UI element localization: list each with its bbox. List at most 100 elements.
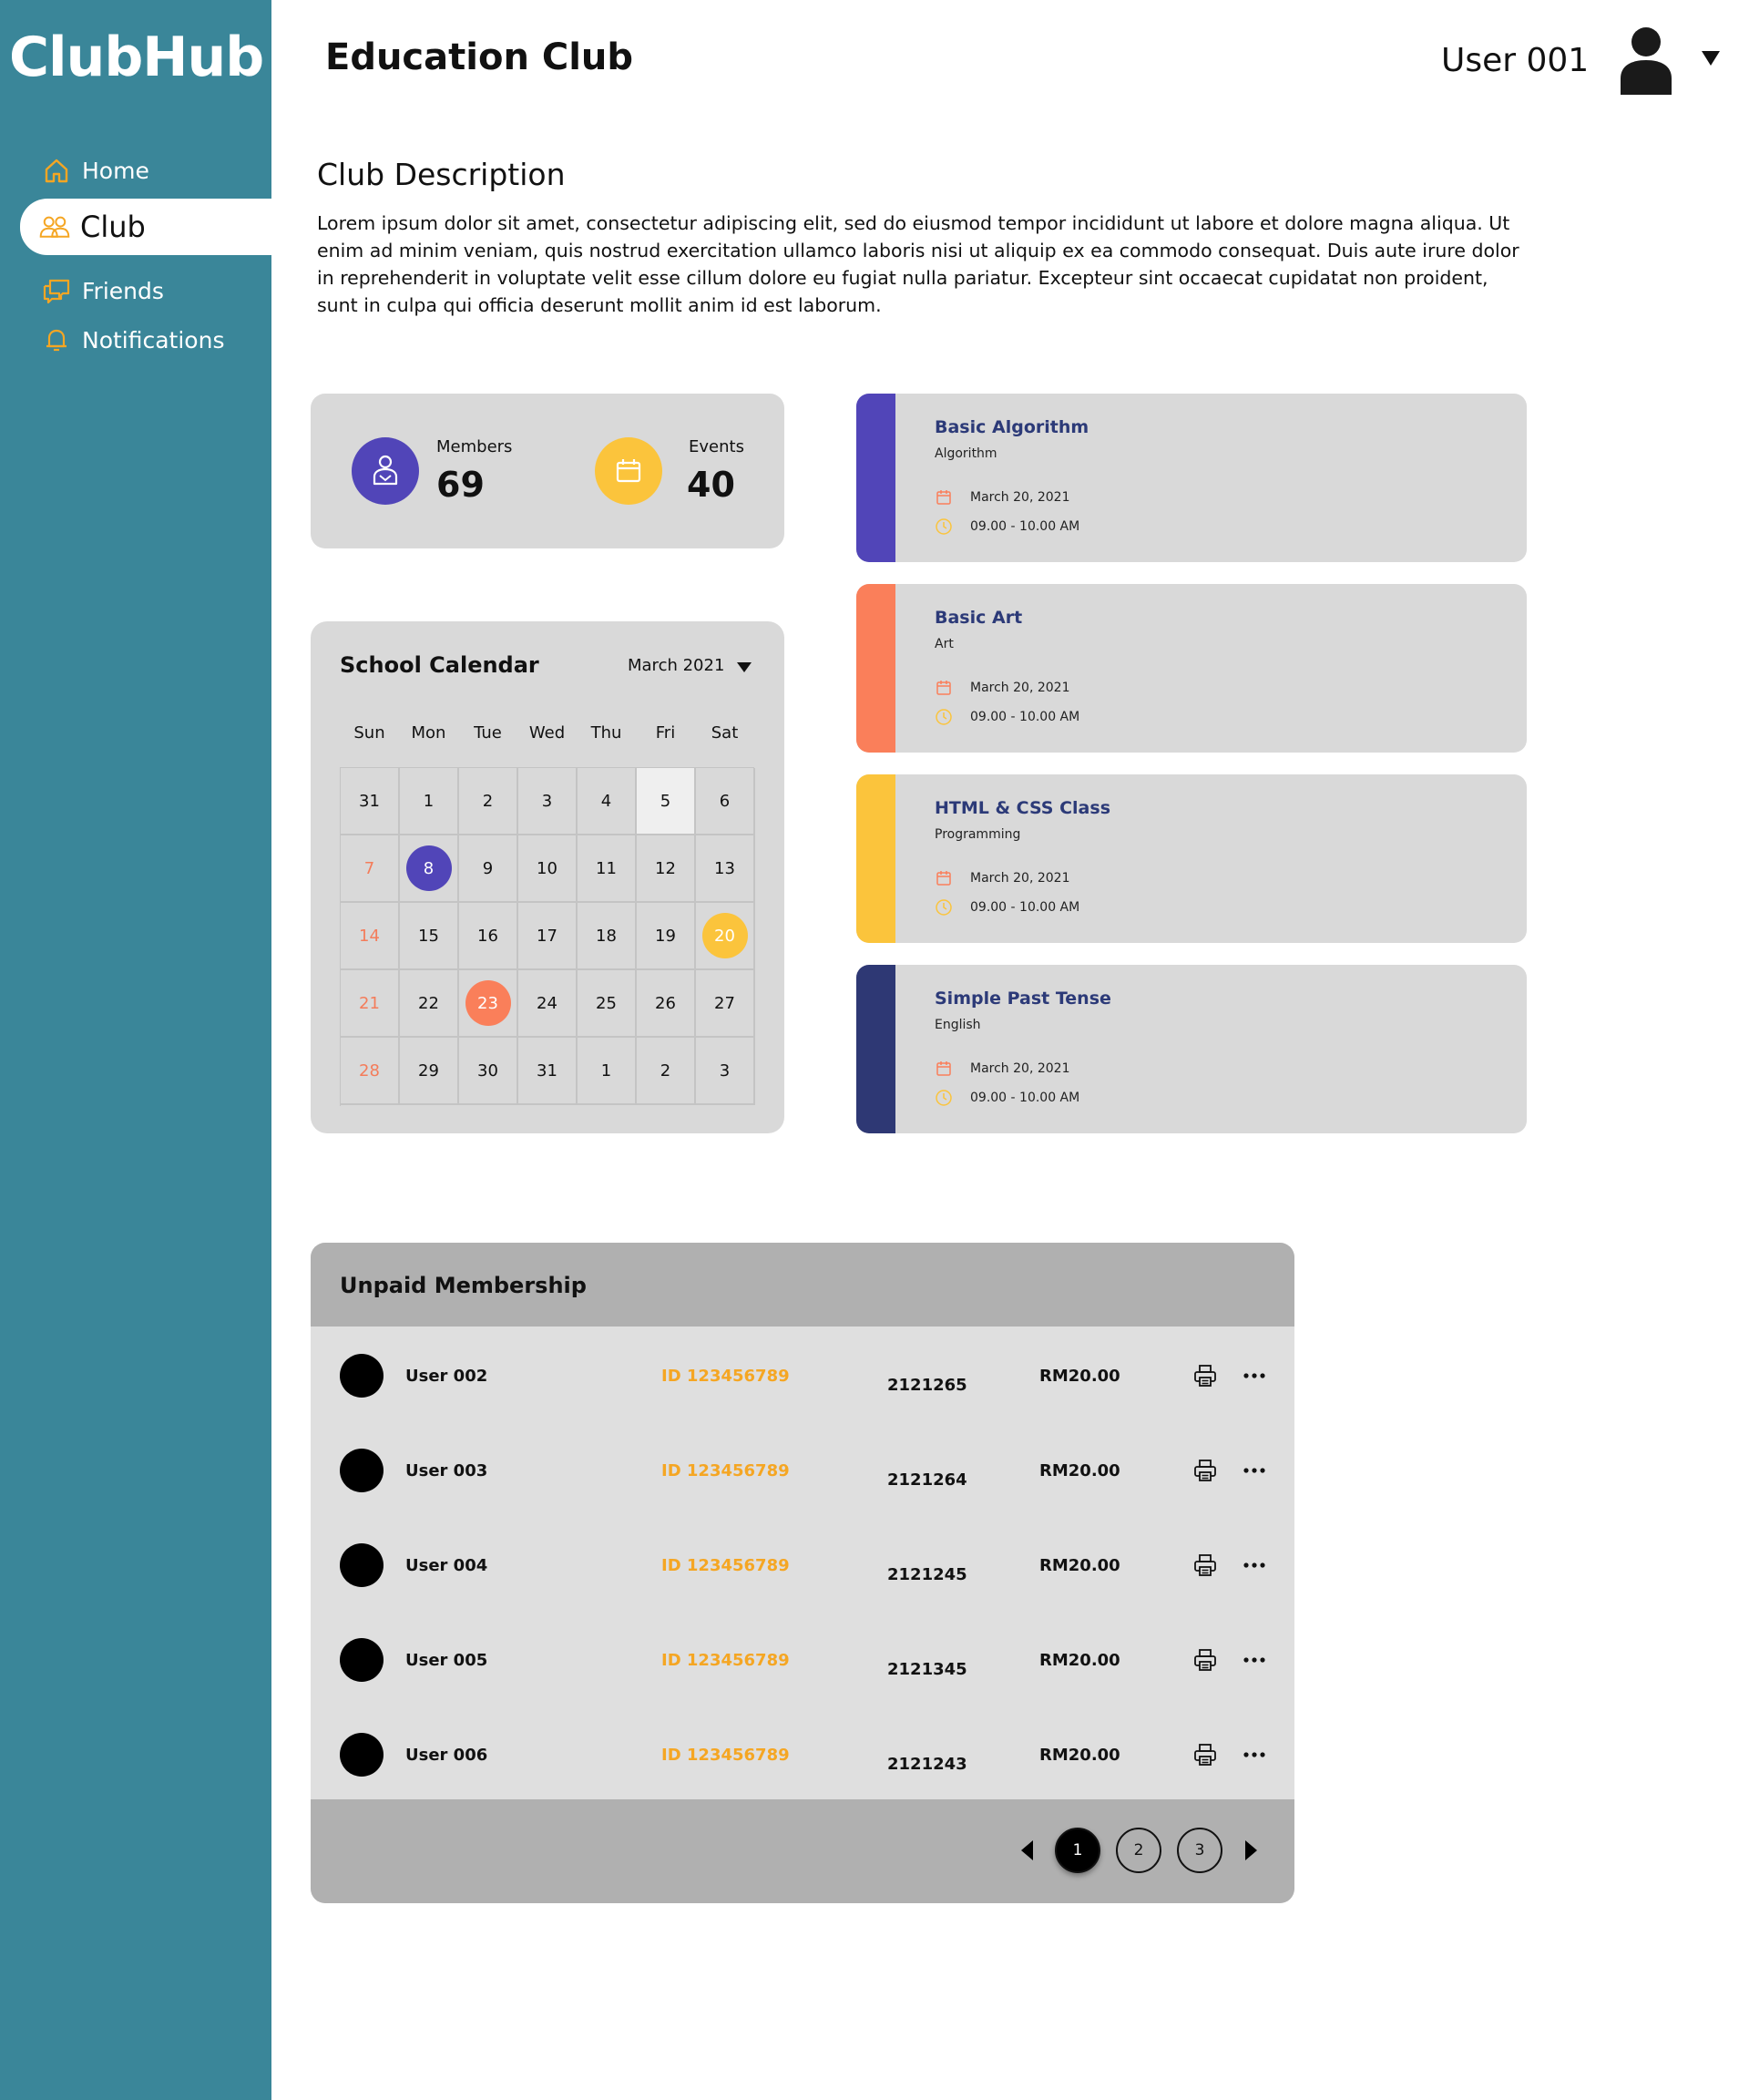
user-name[interactable]: User 001 bbox=[1441, 42, 1589, 79]
calendar-day[interactable]: 27 bbox=[696, 970, 755, 1038]
amount: RM20.00 bbox=[1039, 1556, 1120, 1575]
clock-icon bbox=[935, 517, 953, 536]
user-menu-caret-icon[interactable] bbox=[1702, 51, 1720, 66]
calendar-day[interactable]: 13 bbox=[696, 835, 755, 903]
calendar-day[interactable]: 2 bbox=[459, 768, 518, 835]
event-card[interactable]: HTML & CSS Class Programming March 20, 2… bbox=[856, 774, 1527, 943]
calendar-day[interactable]: 21 bbox=[341, 970, 400, 1038]
sidebar-item-home[interactable]: Home bbox=[0, 146, 271, 195]
calendar-day[interactable]: 16 bbox=[459, 903, 518, 970]
event-date: March 20, 2021 bbox=[970, 1061, 1070, 1076]
calendar-day[interactable]: 3 bbox=[696, 1038, 755, 1105]
event-date: March 20, 2021 bbox=[970, 871, 1070, 886]
user-avatar-icon[interactable] bbox=[1618, 26, 1674, 95]
calendar-month-select[interactable]: March 2021 bbox=[628, 656, 724, 675]
more-options-icon[interactable] bbox=[1242, 1363, 1267, 1388]
page-button-2[interactable]: 2 bbox=[1116, 1828, 1161, 1873]
calendar-day[interactable]: 18 bbox=[578, 903, 637, 970]
calendar-day[interactable]: 14 bbox=[341, 903, 400, 970]
event-color-bar bbox=[856, 774, 895, 943]
calendar-day[interactable]: 2 bbox=[637, 1038, 696, 1105]
printer-icon[interactable] bbox=[1192, 1552, 1218, 1578]
pagination: 1 2 3 bbox=[311, 1799, 1294, 1903]
calendar-day[interactable]: 1 bbox=[578, 1038, 637, 1105]
bell-icon bbox=[40, 323, 73, 356]
printer-icon[interactable] bbox=[1192, 1647, 1218, 1673]
page-button-1[interactable]: 1 bbox=[1055, 1828, 1100, 1873]
calendar-day[interactable]: 31 bbox=[341, 768, 400, 835]
calendar-day[interactable]: 9 bbox=[459, 835, 518, 903]
more-options-icon[interactable] bbox=[1242, 1458, 1267, 1483]
next-page-icon[interactable] bbox=[1245, 1840, 1257, 1860]
sidebar-item-notifications[interactable]: Notifications bbox=[0, 315, 271, 364]
sidebar-item-club[interactable]: Club bbox=[20, 199, 271, 255]
event-card[interactable]: Simple Past Tense English March 20, 2021… bbox=[856, 965, 1527, 1133]
table-row[interactable]: User 004 ID 123456789 2121245 RM20.00 bbox=[311, 1516, 1294, 1611]
member-icon bbox=[352, 437, 419, 505]
school-calendar: School Calendar March 2021 Sun Mon Tue W… bbox=[311, 621, 784, 1133]
printer-icon[interactable] bbox=[1192, 1458, 1218, 1483]
table-row[interactable]: User 003 ID 123456789 2121264 RM20.00 bbox=[311, 1421, 1294, 1516]
event-card[interactable]: Basic Algorithm Algorithm March 20, 2021… bbox=[856, 394, 1527, 562]
event-time: 09.00 - 10.00 AM bbox=[970, 519, 1080, 534]
sidebar-item-friends[interactable]: Friends bbox=[0, 266, 271, 315]
printer-icon[interactable] bbox=[1192, 1363, 1218, 1388]
table-row[interactable]: User 002 ID 123456789 2121265 RM20.00 bbox=[311, 1327, 1294, 1421]
calendar-icon bbox=[935, 1060, 953, 1078]
calendar-day[interactable]: 28 bbox=[341, 1038, 400, 1105]
day-number: 2 bbox=[660, 1060, 671, 1081]
table-row[interactable]: User 006 ID 123456789 2121243 RM20.00 bbox=[311, 1706, 1294, 1800]
more-options-icon[interactable] bbox=[1242, 1647, 1267, 1673]
calendar-day[interactable]: 31 bbox=[518, 1038, 578, 1105]
calendar-day[interactable]: 30 bbox=[459, 1038, 518, 1105]
member-id: ID 123456789 bbox=[661, 1651, 790, 1670]
calendar-day[interactable]: 3 bbox=[518, 768, 578, 835]
day-number: 22 bbox=[418, 993, 439, 1013]
app-logo[interactable]: ClubHub bbox=[9, 26, 264, 89]
calendar-day[interactable]: 11 bbox=[578, 835, 637, 903]
event-subject: Programming bbox=[935, 827, 1021, 842]
calendar-day[interactable]: 1 bbox=[400, 768, 459, 835]
calendar-day[interactable]: 29 bbox=[400, 1038, 459, 1105]
day-number: 28 bbox=[359, 1060, 380, 1081]
chevron-down-icon[interactable] bbox=[737, 662, 752, 672]
weekday-label: Sat bbox=[711, 723, 739, 743]
printer-icon[interactable] bbox=[1192, 1742, 1218, 1767]
amount: RM20.00 bbox=[1039, 1461, 1120, 1480]
page-button-3[interactable]: 3 bbox=[1177, 1828, 1222, 1873]
sidebar: ClubHub Home Club Friends Notifications bbox=[0, 0, 271, 2100]
table-row[interactable]: User 005 ID 123456789 2121345 RM20.00 bbox=[311, 1611, 1294, 1706]
day-number: 9 bbox=[482, 858, 494, 878]
avatar bbox=[340, 1733, 384, 1777]
event-card[interactable]: Basic Art Art March 20, 2021 09.00 - 10.… bbox=[856, 584, 1527, 753]
prev-page-icon[interactable] bbox=[1021, 1840, 1033, 1860]
more-options-icon[interactable] bbox=[1242, 1742, 1267, 1767]
calendar-day[interactable]: 19 bbox=[637, 903, 696, 970]
weekday-label: Thu bbox=[590, 723, 622, 743]
day-number: 31 bbox=[359, 791, 380, 811]
sidebar-item-label: Notifications bbox=[82, 326, 225, 353]
calendar-day[interactable]: 12 bbox=[637, 835, 696, 903]
calendar-day-event[interactable]: 20 bbox=[696, 903, 755, 970]
weekday-label: Wed bbox=[528, 723, 566, 743]
event-subject: English bbox=[935, 1018, 981, 1032]
event-color-bar bbox=[856, 584, 895, 753]
calendar-day[interactable]: 24 bbox=[518, 970, 578, 1038]
calendar-day[interactable]: 7 bbox=[341, 835, 400, 903]
invoice-number: 2121345 bbox=[887, 1660, 967, 1679]
day-number: 20 bbox=[701, 913, 748, 958]
calendar-day[interactable]: 15 bbox=[400, 903, 459, 970]
calendar-day[interactable]: 17 bbox=[518, 903, 578, 970]
calendar-day[interactable]: 4 bbox=[578, 768, 637, 835]
calendar-day[interactable]: 25 bbox=[578, 970, 637, 1038]
calendar-day[interactable]: 10 bbox=[518, 835, 578, 903]
calendar-day[interactable]: 6 bbox=[696, 768, 755, 835]
description-text: Lorem ipsum dolor sit amet, consectetur … bbox=[317, 212, 1519, 316]
more-options-icon[interactable] bbox=[1242, 1552, 1267, 1578]
calendar-day-event[interactable]: 8 bbox=[400, 835, 459, 903]
sidebar-nav: Home Club Friends Notifications bbox=[0, 146, 271, 364]
calendar-day[interactable]: 26 bbox=[637, 970, 696, 1038]
calendar-day-today[interactable]: 5 bbox=[637, 768, 696, 835]
calendar-day[interactable]: 22 bbox=[400, 970, 459, 1038]
calendar-day-event[interactable]: 23 bbox=[459, 970, 518, 1038]
